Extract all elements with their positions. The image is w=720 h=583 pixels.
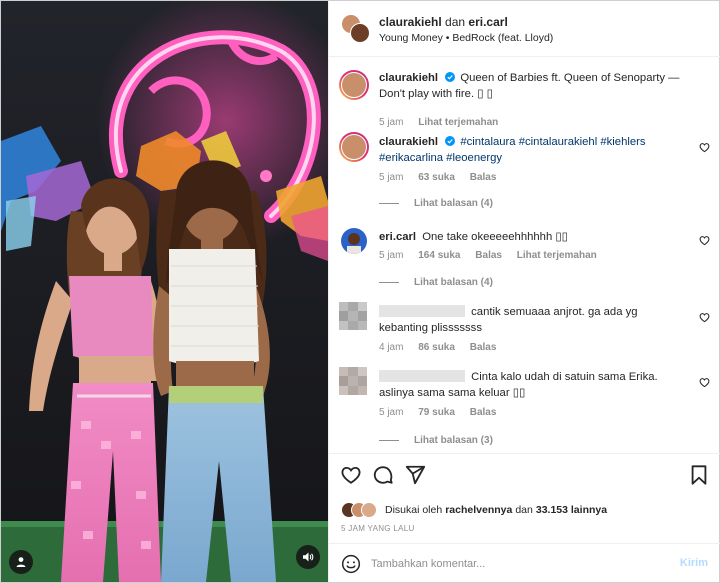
reply-button[interactable]: Balas (475, 250, 502, 261)
comment-time: 4 jam (379, 342, 404, 353)
comment-text: eri.carl One take okeeeeehhhhhh ▯▯ (379, 230, 689, 246)
audio-track-link[interactable]: Young Money • BedRock (feat. Lloyd) (379, 32, 553, 44)
collab-avatars[interactable] (341, 14, 371, 44)
comment-body: One take okeeeeehhhhhh ▯▯ (422, 231, 568, 243)
smiley-icon[interactable] (341, 554, 361, 574)
comment-like-count[interactable]: 79 suka (418, 407, 455, 418)
post-comment-button[interactable]: Kirim (680, 557, 708, 569)
comment-text: claurakiehl #cintalaura #cintalaurakiehl… (379, 135, 689, 166)
avatar (350, 23, 370, 43)
comment-username[interactable]: eri.carl (379, 231, 416, 243)
post-actions: Disukai oleh rachelvennya dan 33.153 lai… (329, 453, 720, 543)
heart-icon[interactable] (699, 377, 710, 388)
heart-icon[interactable] (699, 142, 710, 153)
bookmark-icon[interactable] (688, 464, 710, 486)
liker-username[interactable]: rachelvennya (445, 504, 512, 516)
avatar[interactable] (339, 70, 369, 100)
view-replies-button[interactable]: Lihat balasan (4) (379, 277, 493, 288)
add-comment-bar: Kirim (329, 543, 720, 582)
view-replies-label: Lihat balasan (3) (414, 435, 493, 446)
see-translation-link[interactable]: Lihat terjemahan (517, 250, 597, 261)
comment-time: 5 jam (379, 117, 404, 128)
avatar[interactable] (339, 132, 369, 162)
user-tag-button[interactable] (9, 550, 33, 574)
redacted-username (379, 370, 465, 382)
comment-meta: 5 jam 79 suka Balas (379, 407, 508, 418)
view-replies-button[interactable]: Lihat balasan (3) (379, 435, 493, 446)
author-link[interactable]: claurakiehl (379, 15, 442, 29)
likes-prefix: Disukai oleh (385, 504, 443, 516)
comment-username[interactable]: claurakiehl (379, 136, 438, 148)
post-image[interactable] (1, 1, 328, 582)
reply-button[interactable]: Balas (470, 407, 497, 418)
comments-list[interactable]: claurakiehl Queen of Barbies ft. Queen o… (329, 58, 720, 453)
comment-text: cantik semuaaa anjrot. ga ada yg kebanti… (379, 305, 689, 336)
comment-time: 5 jam (379, 407, 404, 418)
redacted-username (379, 305, 465, 317)
avatar[interactable] (341, 228, 367, 254)
view-replies-label: Lihat balasan (4) (414, 198, 493, 209)
heart-icon[interactable] (699, 235, 710, 246)
heart-icon[interactable] (699, 312, 710, 323)
comment-icon[interactable] (372, 464, 394, 486)
likes-summary[interactable]: Disukai oleh rachelvennya dan 33.153 lai… (341, 502, 610, 518)
view-replies-label: Lihat balasan (4) (414, 277, 493, 288)
comment-like-count[interactable]: 164 suka (418, 250, 460, 261)
comment-text: Cinta kalo udah di satuin sama Erika. as… (379, 370, 689, 401)
comment-meta: 4 jam 86 suka Balas (379, 342, 508, 353)
post-side-panel: claurakiehl dan eri.carl Young Money • B… (328, 1, 720, 582)
comment-meta: 5 jam 164 suka Balas Lihat terjemahan (379, 250, 609, 261)
author-link[interactable]: eri.carl (468, 15, 507, 29)
post-authors: claurakiehl dan eri.carl (379, 15, 508, 29)
comment-input[interactable] (371, 554, 661, 574)
comment-time: 5 jam (379, 172, 404, 183)
comment-meta: 5 jam 63 suka Balas (379, 172, 508, 183)
comment-time: 5 jam (379, 250, 404, 261)
speaker-icon (303, 552, 314, 562)
comment-meta: 5 jam Lihat terjemahan (379, 117, 510, 128)
view-replies-button[interactable]: Lihat balasan (4) (379, 198, 493, 209)
caption-text: claurakiehl Queen of Barbies ft. Queen o… (379, 71, 689, 102)
redacted-avatar[interactable] (339, 302, 367, 330)
liker-avatars (341, 502, 381, 518)
see-translation-link[interactable]: Lihat terjemahan (418, 117, 498, 128)
person-icon (16, 557, 26, 567)
verified-badge-icon (445, 136, 456, 146)
post-timestamp[interactable]: 5 JAM YANG LALU (341, 524, 415, 533)
audio-toggle-button[interactable] (296, 545, 320, 569)
redacted-avatar[interactable] (339, 367, 367, 395)
heart-icon[interactable] (340, 464, 362, 486)
verified-badge-icon (445, 72, 456, 82)
post-photo (1, 1, 328, 582)
comment-like-count[interactable]: 86 suka (418, 342, 455, 353)
post-header: claurakiehl dan eri.carl Young Money • B… (329, 1, 720, 57)
comment-like-count[interactable]: 63 suka (418, 172, 455, 183)
likes-join: dan (515, 504, 533, 516)
comment-username[interactable]: claurakiehl (379, 72, 438, 84)
reply-button[interactable]: Balas (470, 172, 497, 183)
likes-count[interactable]: 33.153 lainnya (536, 504, 607, 516)
reply-button[interactable]: Balas (470, 342, 497, 353)
author-join: dan (445, 15, 466, 29)
paper-plane-icon[interactable] (404, 464, 426, 486)
